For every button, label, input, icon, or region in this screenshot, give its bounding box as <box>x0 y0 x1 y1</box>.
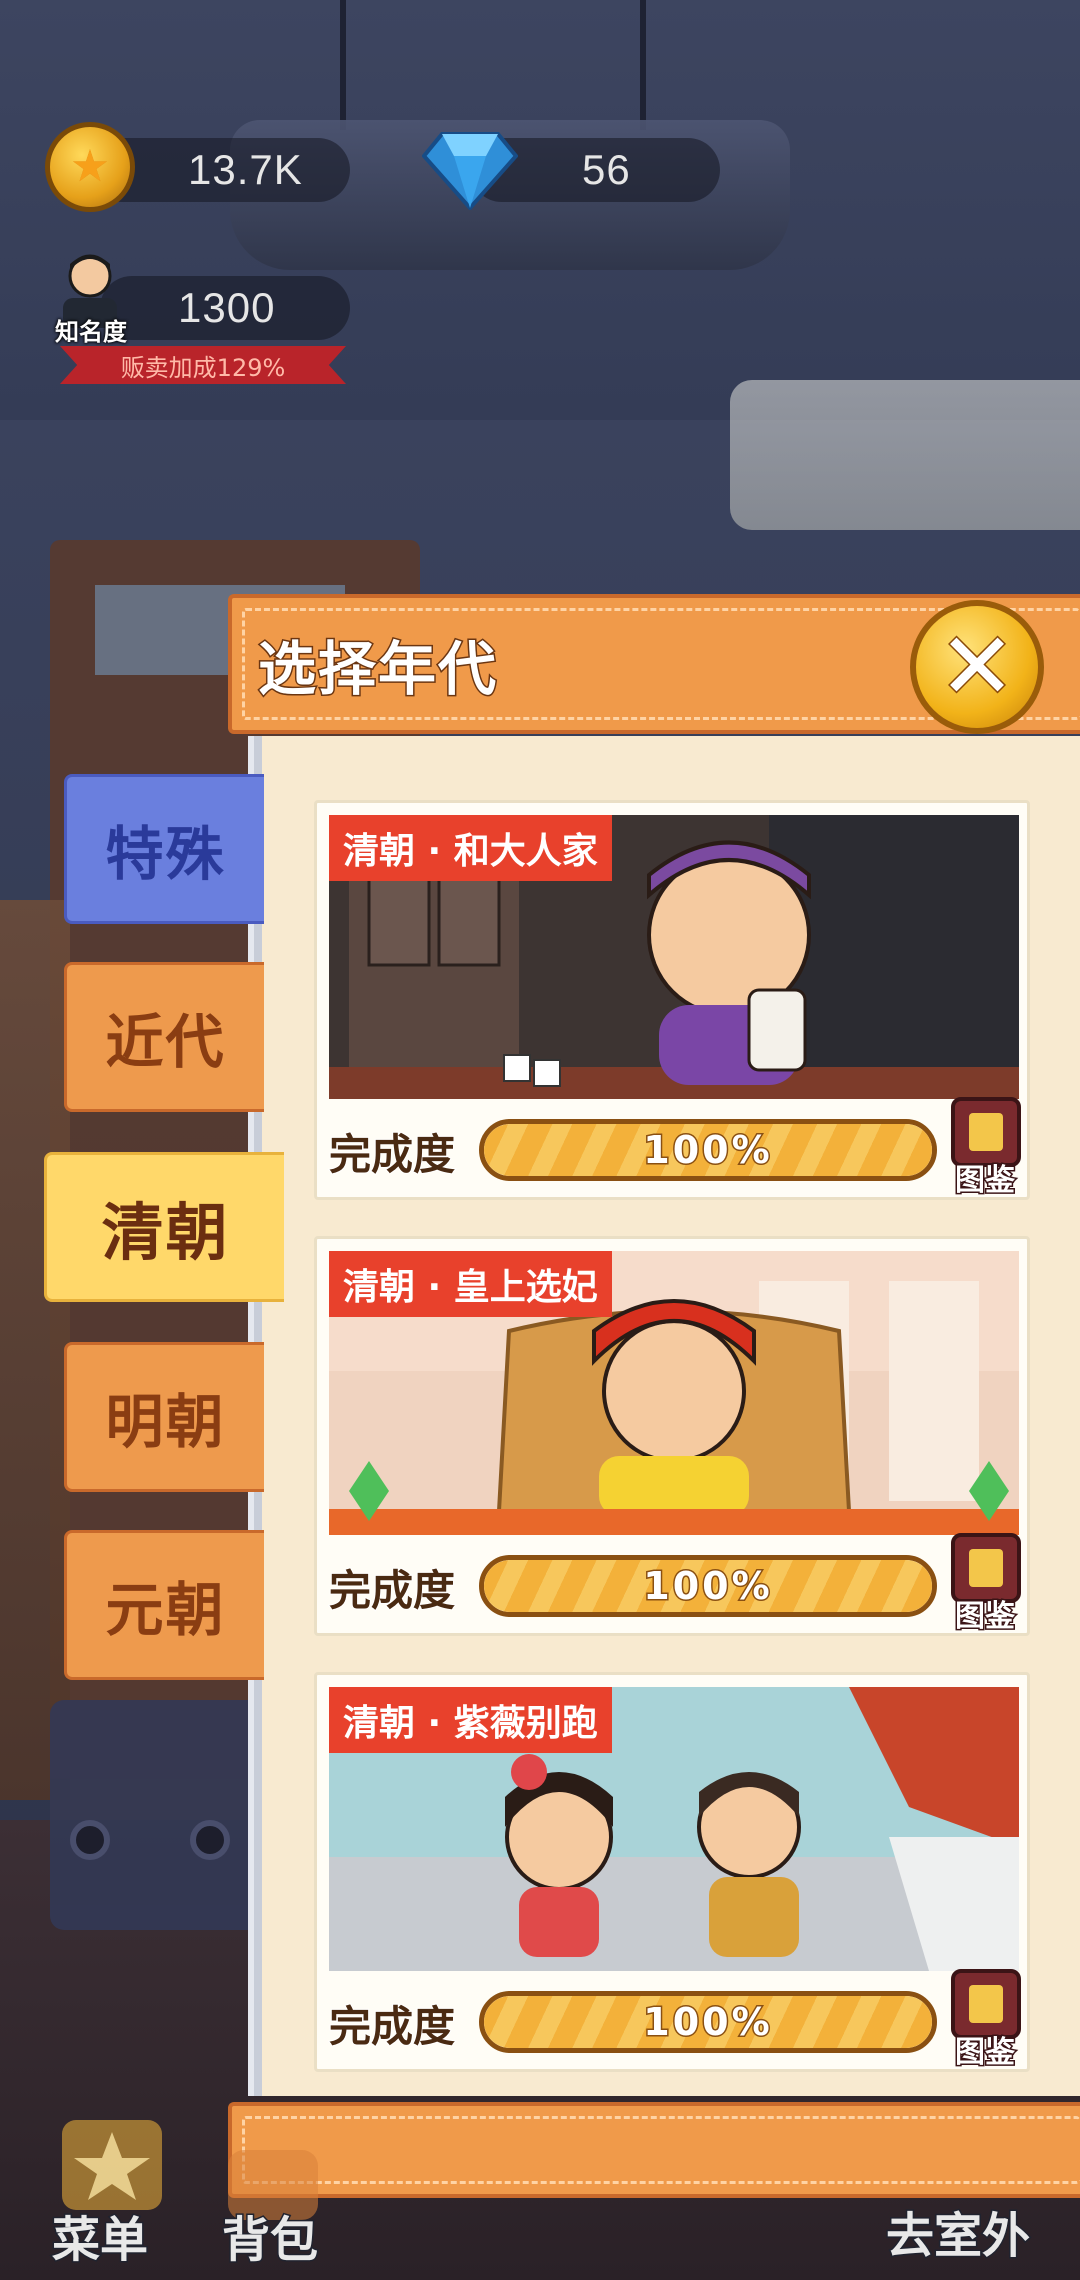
progress-percent: 100% <box>642 1563 773 1610</box>
gem-amount: 56 <box>582 146 631 193</box>
completion-progress-bar: 100% <box>479 1119 937 1181</box>
tab-label: 元朝 <box>105 1576 226 1644</box>
tab-era-special[interactable]: 特殊 <box>64 774 264 924</box>
completion-row: 完成度 100% 图鉴 <box>328 1533 1021 1636</box>
shelf <box>0 900 70 1800</box>
speaker-dot-icon <box>190 1820 230 1860</box>
album-button[interactable]: 图鉴 <box>943 1969 1027 2072</box>
lamp-cord-left <box>340 0 346 130</box>
scene-title: 清朝 · 紫薇别跑 <box>329 1687 612 1753</box>
completion-label: 完成度 <box>328 1565 456 1616</box>
completion-label: 完成度 <box>328 1129 456 1180</box>
scene-thumbnail[interactable]: 清朝 · 皇上选妃 <box>329 1251 1019 1535</box>
close-button[interactable]: ✕ <box>910 600 1044 734</box>
scene-thumbnail[interactable]: 清朝 · 紫薇别跑 <box>329 1687 1019 1971</box>
coin-amount: 13.7K <box>188 146 303 193</box>
backpack-button[interactable]: 背包 <box>220 2200 319 2270</box>
tab-label: 清朝 <box>101 1196 230 1269</box>
completion-progress-bar: 100% <box>479 1991 937 2053</box>
album-button[interactable]: 图鉴 <box>943 1533 1027 1636</box>
tab-label: 近代 <box>105 1008 226 1076</box>
scene-thumbnail[interactable]: 清朝 · 和大人家 <box>329 815 1019 1099</box>
completion-row: 完成度 100% 图鉴 <box>328 1097 1021 1200</box>
album-button[interactable]: 图鉴 <box>943 1097 1027 1200</box>
scene-title: 清朝 · 和大人家 <box>329 815 612 881</box>
tab-label: 明朝 <box>105 1388 226 1456</box>
air-conditioner <box>730 380 1080 530</box>
coin-icon: ★ <box>45 122 135 212</box>
tab-label: 特殊 <box>105 820 226 888</box>
tab-era-modern[interactable]: 近代 <box>64 962 264 1112</box>
album-label: 图鉴 <box>954 2034 1017 2072</box>
scene-card-emperor[interactable]: 清朝 · 皇上选妃 完成度 100% 图鉴 <box>314 1236 1030 1636</box>
tab-era-qing[interactable]: 清朝 <box>44 1152 284 1302</box>
menu-button[interactable]: 菜单 <box>50 2200 149 2270</box>
go-outdoor-button[interactable]: 去室外 <box>884 2196 1031 2266</box>
close-icon: ✕ <box>937 613 1017 720</box>
tab-era-yuan[interactable]: 元朝 <box>64 1530 264 1680</box>
album-label: 图鉴 <box>954 1162 1017 1200</box>
scene-title: 清朝 · 皇上选妃 <box>329 1251 612 1317</box>
completion-label: 完成度 <box>328 2001 456 2052</box>
scene-card-heshen[interactable]: 清朝 · 和大人家 完成度 100% 图鉴 <box>314 800 1030 1200</box>
era-panel-title: 选择年代 <box>256 634 499 705</box>
completion-row: 完成度 100% 图鉴 <box>328 1969 1021 2072</box>
fame-label: 知名度 <box>55 318 127 346</box>
tab-era-ming[interactable]: 明朝 <box>64 1342 264 1492</box>
lamp-cord-right <box>640 0 646 130</box>
album-label: 图鉴 <box>954 1598 1017 1636</box>
speaker-dot-icon <box>70 1820 110 1860</box>
sale-bonus-ribbon: 贩卖加成129% <box>60 346 346 384</box>
diamond-icon <box>422 132 518 210</box>
era-panel-footer <box>228 2102 1080 2198</box>
speaker <box>50 1700 270 1930</box>
completion-progress-bar: 100% <box>479 1555 937 1617</box>
progress-percent: 100% <box>642 1127 773 1174</box>
progress-percent: 100% <box>642 1999 773 2046</box>
scene-card-ziwei[interactable]: 清朝 · 紫薇别跑 完成度 100% 图鉴 <box>314 1672 1030 2072</box>
fame-amount: 1300 <box>178 284 276 331</box>
